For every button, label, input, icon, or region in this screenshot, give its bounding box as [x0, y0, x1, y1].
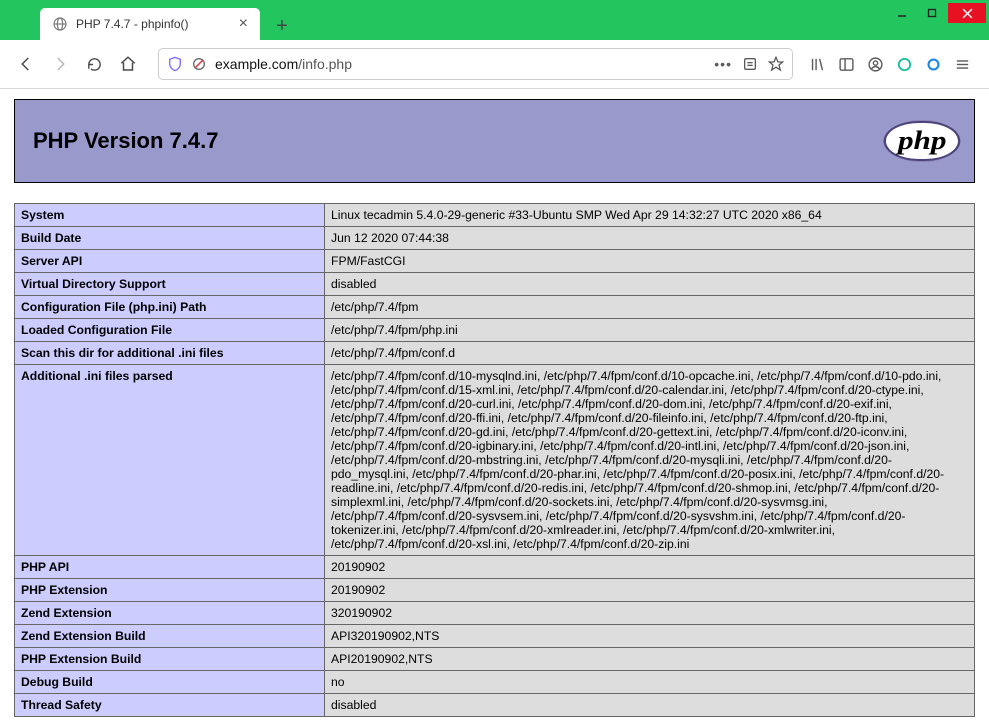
- config-key: Server API: [15, 250, 325, 273]
- account-icon[interactable]: [867, 56, 884, 73]
- tab-strip: PHP 7.4.7 - phpinfo() × +: [0, 6, 989, 40]
- window-controls: [888, 3, 986, 23]
- url-bar[interactable]: example.com/info.php •••: [158, 48, 793, 80]
- config-value: API20190902,NTS: [325, 648, 975, 671]
- table-row: Server APIFPM/FastCGI: [15, 250, 975, 273]
- url-text[interactable]: example.com/info.php: [215, 56, 706, 72]
- table-row: Debug Buildno: [15, 671, 975, 694]
- config-key: Virtual Directory Support: [15, 273, 325, 296]
- config-key: Debug Build: [15, 671, 325, 694]
- extension-icon-1[interactable]: [896, 56, 913, 73]
- content-area[interactable]: PHP Version 7.4.7 php SystemLinux tecadm…: [0, 89, 989, 728]
- php-version-title: PHP Version 7.4.7: [33, 128, 218, 154]
- config-key: PHP Extension: [15, 579, 325, 602]
- table-row: Loaded Configuration File/etc/php/7.4/fp…: [15, 319, 975, 342]
- new-tab-button[interactable]: +: [268, 12, 296, 40]
- sidebar-icon[interactable]: [838, 56, 855, 73]
- table-row: PHP Extension20190902: [15, 579, 975, 602]
- table-row: Configuration File (php.ini) Path/etc/ph…: [15, 296, 975, 319]
- table-row: Scan this dir for additional .ini files/…: [15, 342, 975, 365]
- table-row: Build DateJun 12 2020 07:44:38: [15, 227, 975, 250]
- config-key: Scan this dir for additional .ini files: [15, 342, 325, 365]
- config-key: System: [15, 204, 325, 227]
- table-row: PHP API20190902: [15, 556, 975, 579]
- config-value: 320190902: [325, 602, 975, 625]
- tab-title: PHP 7.4.7 - phpinfo(): [76, 17, 231, 31]
- home-button[interactable]: [116, 52, 140, 76]
- phpinfo-table: SystemLinux tecadmin 5.4.0-29-generic #3…: [14, 203, 975, 717]
- config-value: 20190902: [325, 556, 975, 579]
- config-value: /etc/php/7.4/fpm/conf.d: [325, 342, 975, 365]
- tab-close-button[interactable]: ×: [239, 16, 248, 32]
- config-value: /etc/php/7.4/fpm/php.ini: [325, 319, 975, 342]
- config-value: no: [325, 671, 975, 694]
- phpinfo-page: PHP Version 7.4.7 php SystemLinux tecadm…: [0, 89, 989, 727]
- extension-icon-2[interactable]: [925, 56, 942, 73]
- config-key: PHP Extension Build: [15, 648, 325, 671]
- browser-chrome: example.com/info.php •••: [0, 40, 989, 728]
- bookmark-star-icon[interactable]: [768, 56, 784, 72]
- config-value: disabled: [325, 694, 975, 717]
- table-row: Thread Safetydisabled: [15, 694, 975, 717]
- table-row: Additional .ini files parsed/etc/php/7.4…: [15, 365, 975, 556]
- config-key: Configuration File (php.ini) Path: [15, 296, 325, 319]
- browser-window: PHP 7.4.7 - phpinfo() × +: [0, 0, 989, 728]
- table-row: Zend Extension320190902: [15, 602, 975, 625]
- config-value: 20190902: [325, 579, 975, 602]
- reader-mode-icon[interactable]: [742, 56, 758, 72]
- config-value: disabled: [325, 273, 975, 296]
- forward-button[interactable]: [48, 52, 72, 76]
- config-value: Jun 12 2020 07:44:38: [325, 227, 975, 250]
- config-key: Build Date: [15, 227, 325, 250]
- config-key: Loaded Configuration File: [15, 319, 325, 342]
- page-actions-icon[interactable]: •••: [714, 56, 732, 72]
- config-value: Linux tecadmin 5.4.0-29-generic #33-Ubun…: [325, 204, 975, 227]
- toolbar: example.com/info.php •••: [0, 40, 989, 89]
- menu-icon[interactable]: [954, 56, 971, 73]
- config-key: Thread Safety: [15, 694, 325, 717]
- phpinfo-header: PHP Version 7.4.7 php: [14, 99, 975, 183]
- config-value: API320190902,NTS: [325, 625, 975, 648]
- php-logo: php: [888, 120, 956, 162]
- config-key: Zend Extension: [15, 602, 325, 625]
- shield-icon[interactable]: [167, 56, 183, 72]
- permissions-icon[interactable]: [191, 56, 207, 72]
- reload-button[interactable]: [82, 52, 106, 76]
- table-row: PHP Extension BuildAPI20190902,NTS: [15, 648, 975, 671]
- table-row: Zend Extension BuildAPI320190902,NTS: [15, 625, 975, 648]
- browser-tab[interactable]: PHP 7.4.7 - phpinfo() ×: [40, 8, 260, 40]
- config-value: FPM/FastCGI: [325, 250, 975, 273]
- table-row: Virtual Directory Supportdisabled: [15, 273, 975, 296]
- library-icon[interactable]: [809, 56, 826, 73]
- window-maximize-button[interactable]: [918, 3, 946, 23]
- config-value: /etc/php/7.4/fpm/conf.d/10-mysqlnd.ini, …: [325, 365, 975, 556]
- config-key: Zend Extension Build: [15, 625, 325, 648]
- config-value: /etc/php/7.4/fpm: [325, 296, 975, 319]
- config-key: Additional .ini files parsed: [15, 365, 325, 556]
- globe-icon: [52, 16, 68, 32]
- back-button[interactable]: [14, 52, 38, 76]
- config-key: PHP API: [15, 556, 325, 579]
- table-row: SystemLinux tecadmin 5.4.0-29-generic #3…: [15, 204, 975, 227]
- window-minimize-button[interactable]: [888, 3, 916, 23]
- window-close-button[interactable]: [948, 3, 986, 23]
